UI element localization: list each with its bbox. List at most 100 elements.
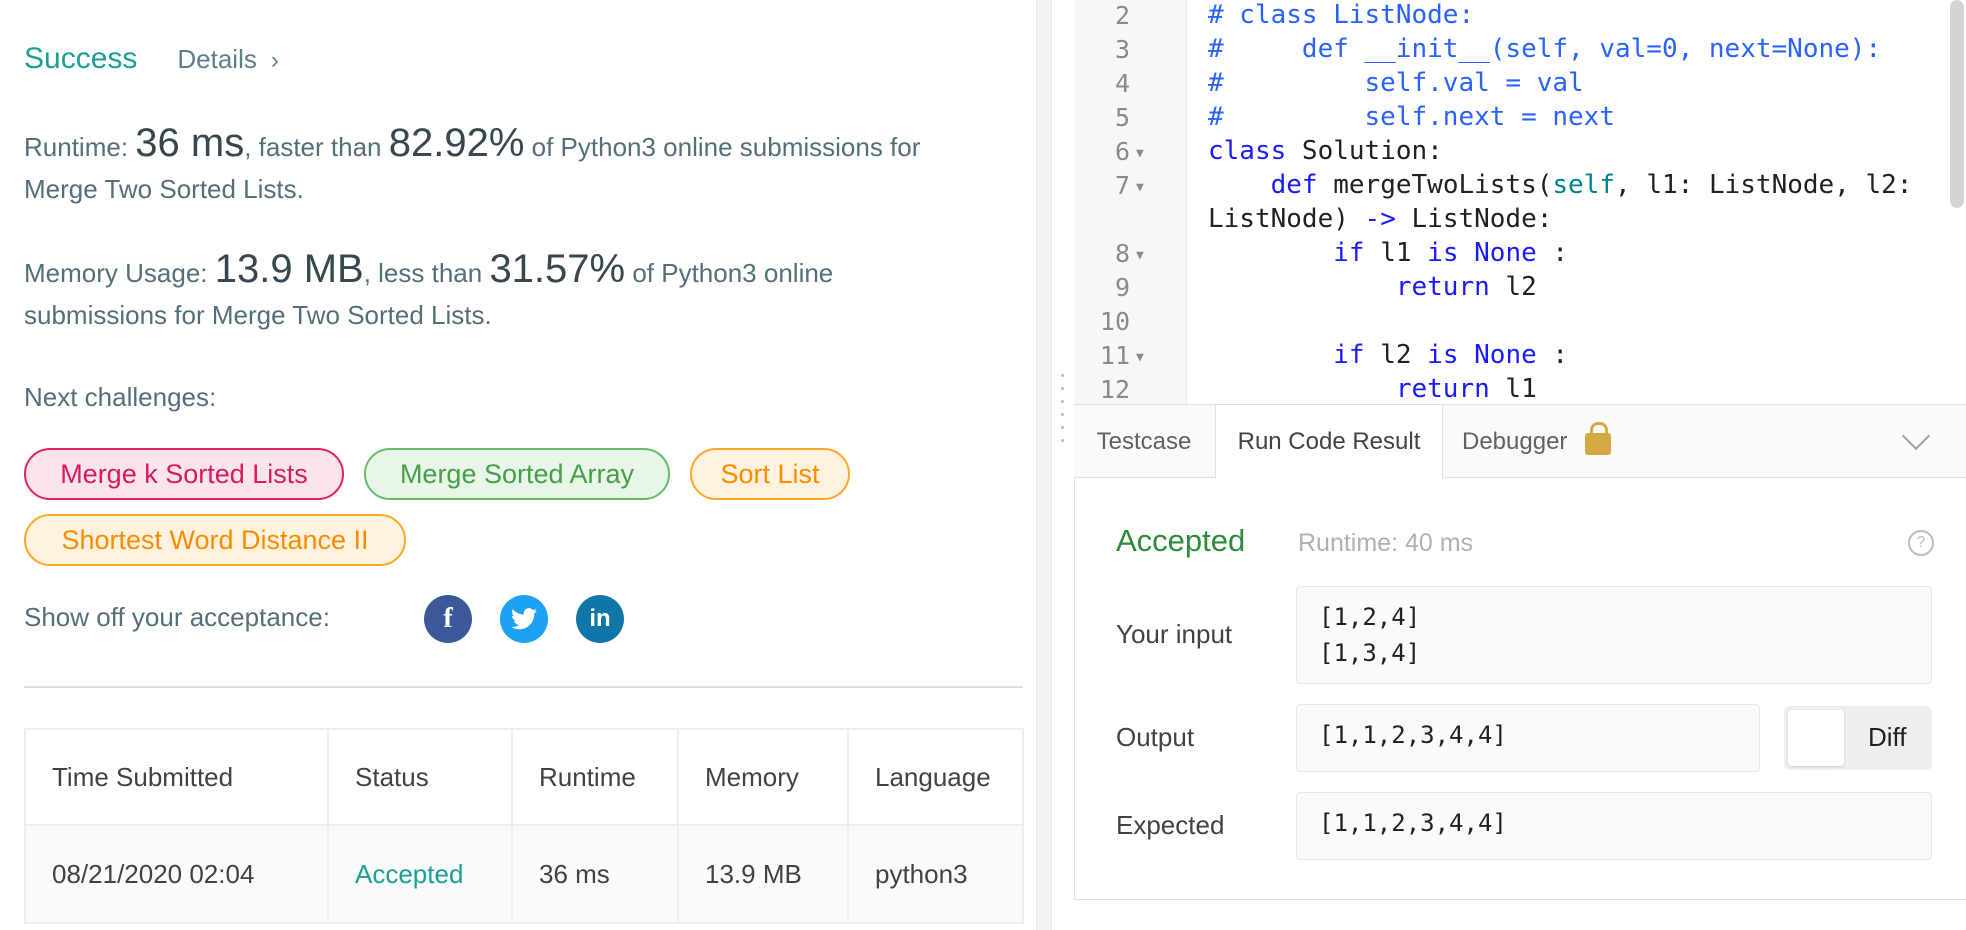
code-keyword: return	[1395, 272, 1490, 302]
chevron-right-icon: ›	[270, 47, 279, 74]
line-number-value: 4	[1114, 69, 1130, 98]
challenge-shortest-word-distance-ii[interactable]: Shortest Word Distance II	[24, 514, 406, 566]
code-keyword: def	[1270, 170, 1318, 200]
facebook-icon[interactable]: f	[424, 595, 472, 643]
challenge-sort-list[interactable]: Sort List	[690, 448, 850, 500]
fold-arrow-icon[interactable]: ▼	[1136, 350, 1144, 365]
code-keyword: if	[1333, 238, 1365, 268]
run-status: Accepted	[1116, 523, 1246, 558]
code-comment: # self.val = val	[1208, 68, 1584, 98]
runtime-suffix: of Python3 online submissions for	[524, 132, 921, 162]
line-number: 4	[1074, 69, 1174, 98]
line-number-value: 6	[1114, 137, 1130, 166]
tab-debugger[interactable]: Debugger	[1462, 405, 1642, 479]
memory-prefix: Memory Usage:	[24, 258, 215, 288]
code-line: if l2 is None :	[1208, 340, 1568, 370]
vertical-splitter[interactable]	[1036, 0, 1052, 930]
runtime-stat: Runtime: 36 ms, faster than 82.92% of Py…	[24, 122, 1024, 210]
details-link[interactable]: Details ›	[177, 44, 278, 75]
cell-status-link[interactable]: Accepted	[327, 824, 513, 924]
tab-testcase[interactable]: Testcase	[1074, 405, 1214, 479]
line-number-value: 9	[1114, 273, 1130, 302]
console-tabs: Testcase Run Code Result Debugger	[1074, 404, 1966, 479]
result-header: Success Details ›	[24, 42, 279, 76]
line-number-value: 5	[1114, 103, 1130, 132]
line-number-value: 10	[1099, 307, 1130, 336]
line-number-value: 7	[1114, 171, 1130, 200]
memory-suffix: of Python3 online	[625, 258, 834, 288]
divider	[24, 686, 1023, 688]
line-number: 2	[1074, 1, 1174, 30]
code-line: # self.next = next	[1208, 102, 1615, 132]
twitter-bird-glyph	[511, 608, 537, 630]
col-status: Status	[327, 728, 513, 826]
code-line: # class ListNode:	[1208, 0, 1474, 30]
expected-value: [1,1,2,3,4,4]	[1296, 792, 1932, 860]
line-number-value: 3	[1114, 35, 1130, 64]
runtime-percent: 82.92%	[388, 121, 525, 165]
code-text: mergeTwoLists(	[1317, 170, 1553, 200]
share-label: Show off your acceptance:	[24, 602, 330, 632]
line-number: 6 ▼	[1074, 137, 1174, 166]
table-row: 08/21/2020 02:04 Accepted 36 ms 13.9 MB …	[24, 824, 1024, 924]
fold-arrow-icon[interactable]: ▼	[1136, 248, 1144, 263]
line-gutter: 2 3 4 5 6 ▼ 7 ▼ 8 ▼ 9 10 11 ▼ 12	[1074, 0, 1187, 404]
code-line: return l1	[1208, 374, 1537, 404]
code-comment: # def __init__(self, val=0, next=None):	[1208, 34, 1882, 64]
memory-mid: , less than	[363, 258, 490, 288]
next-challenges-label: Next challenges:	[24, 382, 217, 412]
code-line: class Solution:	[1208, 136, 1443, 166]
fold-arrow-icon[interactable]: ▼	[1136, 146, 1144, 161]
code-text: l1	[1364, 238, 1428, 268]
line-number: 9	[1074, 273, 1174, 302]
code-line: if l1 is None :	[1208, 238, 1568, 268]
line-number: 5	[1074, 103, 1174, 132]
code-text: l1	[1489, 374, 1537, 404]
your-input-label: Your input	[1116, 619, 1233, 649]
col-language: Language	[847, 728, 1024, 826]
runtime-prefix: Runtime:	[24, 132, 136, 162]
diff-toggle[interactable]: Diff	[1784, 706, 1932, 770]
editor-scrollbar[interactable]	[1950, 0, 1964, 208]
help-icon[interactable]: ?	[1908, 530, 1934, 556]
submission-result-panel: Success Details › Runtime: 36 ms, faster …	[0, 0, 1036, 930]
memory-problem: submissions for Merge Two Sorted Lists.	[24, 300, 492, 330]
twitter-icon[interactable]	[500, 595, 548, 643]
col-runtime: Runtime	[511, 728, 679, 826]
line-number: 3	[1074, 35, 1174, 64]
submissions-table: Time Submitted Status Runtime Memory Lan…	[24, 728, 1024, 924]
line-number: 11 ▼	[1074, 341, 1174, 370]
code-keyword: if	[1333, 340, 1365, 370]
line-number: 12	[1074, 375, 1174, 404]
expected-label: Expected	[1116, 810, 1225, 840]
code-text: ListNode)	[1208, 204, 1365, 234]
cell-memory: 13.9 MB	[677, 824, 849, 924]
tab-run-code-result[interactable]: Run Code Result	[1215, 405, 1443, 479]
line-number: 7 ▼	[1074, 171, 1174, 200]
your-input-value: [1,2,4] [1,3,4]	[1296, 586, 1932, 684]
code-line: # def __init__(self, val=0, next=None):	[1208, 34, 1881, 64]
line-number-value: 2	[1114, 1, 1130, 30]
challenge-merge-sorted-array[interactable]: Merge Sorted Array	[364, 448, 670, 500]
details-label: Details	[177, 44, 257, 74]
code-keyword: is None	[1427, 340, 1537, 370]
code-text: ListNode:	[1395, 204, 1553, 234]
col-memory: Memory	[677, 728, 849, 826]
runtime-value: 36 ms	[135, 121, 245, 165]
splitter-handle-icon[interactable]	[1061, 374, 1065, 464]
output-label: Output	[1116, 722, 1195, 752]
table-header-row: Time Submitted Status Runtime Memory Lan…	[24, 728, 1024, 826]
run-runtime: Runtime: 40 ms	[1298, 529, 1474, 557]
code-line: return l2	[1208, 272, 1537, 302]
code-line: def mergeTwoLists(self, l1: ListNode, l2…	[1208, 170, 1913, 200]
line-number: 10	[1074, 307, 1174, 336]
challenge-merge-k-sorted-lists[interactable]: Merge k Sorted Lists	[24, 448, 344, 500]
line-number-value: 12	[1099, 375, 1130, 404]
code-editor[interactable]: 2 3 4 5 6 ▼ 7 ▼ 8 ▼ 9 10 11 ▼ 12 # class Lis…	[1074, 0, 1966, 404]
cell-runtime: 36 ms	[511, 824, 679, 924]
linkedin-icon[interactable]: in	[576, 595, 624, 643]
fold-arrow-icon[interactable]: ▼	[1136, 180, 1144, 195]
code-text: l2	[1364, 340, 1428, 370]
tab-debugger-label: Debugger	[1462, 428, 1568, 455]
code-line-wrapped: ListNode) -> ListNode:	[1208, 204, 1552, 234]
